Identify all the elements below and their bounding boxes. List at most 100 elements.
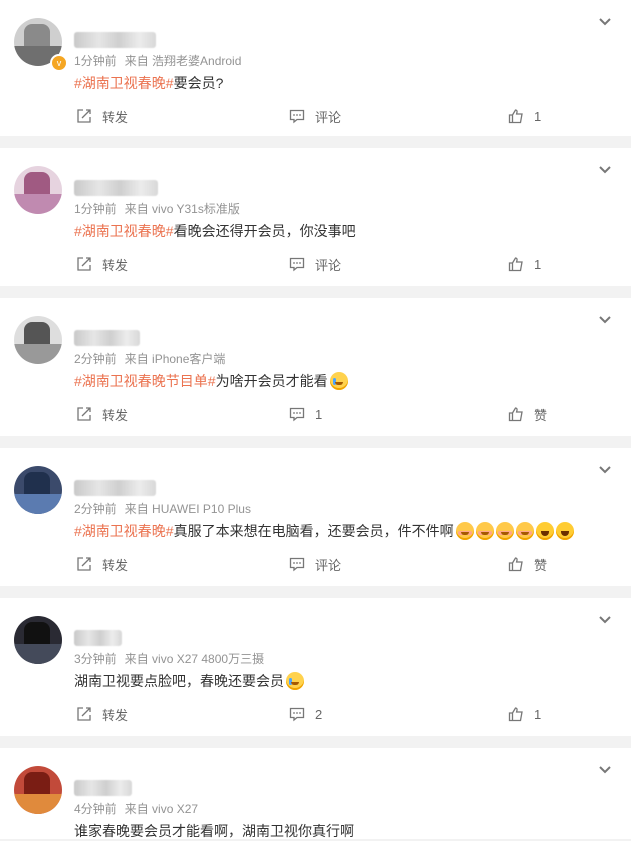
repost-button[interactable]: 转发 <box>76 554 128 574</box>
comment-label: 评论 <box>315 557 342 573</box>
thumbs-up-icon <box>508 257 523 272</box>
blushing-emoji-icon <box>515 522 534 540</box>
topic-link[interactable]: #湖南卫视春晚# <box>74 521 174 541</box>
thumbs-up-icon <box>508 109 523 124</box>
comment-source: 来自 浩翔老婆Android <box>124 54 242 68</box>
blushing-emoji-icon <box>455 522 474 540</box>
comment-content: 湖南卫视要点脸吧，春晚还要会员 <box>74 671 304 691</box>
like-label: 赞 <box>534 557 548 573</box>
repost-button[interactable]: 转发 <box>76 254 128 274</box>
username-blurred[interactable] <box>74 180 158 196</box>
repost-button[interactable]: 转发 <box>76 404 128 424</box>
chevron-down-icon[interactable] <box>597 162 613 178</box>
comment-label: 评论 <box>315 109 342 125</box>
comment-meta: 2分钟前 来自 iPhone客户端 <box>74 350 233 367</box>
comment-icon <box>289 707 305 722</box>
comment-label: 评论 <box>315 257 342 273</box>
comment-icon <box>289 407 305 422</box>
comment-meta: 1分钟前 来自 vivo Y31s标准版 <box>74 200 248 217</box>
avatar[interactable] <box>14 616 62 664</box>
thumbs-up-icon <box>508 557 523 572</box>
comment-source: 来自 vivo X27 4800万三摄 <box>124 652 265 666</box>
like-count: 1 <box>534 706 542 722</box>
comment-button[interactable]: 评论 <box>289 106 341 126</box>
chevron-down-icon[interactable] <box>597 462 613 478</box>
comment-button[interactable]: 评论 <box>289 554 341 574</box>
comment-meta: 1分钟前 来自 浩翔老婆Android <box>74 52 249 69</box>
comment-text: 谁家春晚要会员才能看啊，湖南卫视你真行啊 <box>74 823 354 839</box>
comment-text: 看晚会还得开会员，你没事吧 <box>173 223 356 239</box>
repost-icon <box>77 257 91 271</box>
comment-icon <box>289 557 305 572</box>
comment-content: #湖南卫视春晚节目单# 为啥开会员才能看 <box>74 371 348 391</box>
blushing-emoji-icon <box>475 522 494 540</box>
username-blurred[interactable] <box>74 630 122 646</box>
comment-meta: 2分钟前 来自 HUAWEI P10 Plus <box>74 500 259 517</box>
username-blurred[interactable] <box>74 330 140 346</box>
like-button[interactable]: 1 <box>508 254 541 274</box>
comment-count: 2 <box>315 706 323 722</box>
repost-label: 转发 <box>102 557 129 573</box>
thumbs-up-icon <box>508 407 523 422</box>
comment-meta: 4分钟前 来自 vivo X27 <box>74 800 206 817</box>
avatar[interactable] <box>14 316 62 364</box>
laughing-emoji-icon <box>535 522 554 540</box>
like-button[interactable]: 1 <box>508 704 541 724</box>
repost-label: 转发 <box>102 257 129 273</box>
comment-text: 湖南卫视要点脸吧，春晚还要会员 <box>74 673 284 689</box>
laughing-emoji-icon <box>555 522 574 540</box>
comment-icon <box>289 109 305 124</box>
comment-time: 2分钟前 <box>74 502 117 516</box>
comment-text: 为啥开会员才能看 <box>215 373 328 389</box>
comment-source: 来自 vivo Y31s标准版 <box>124 202 240 216</box>
chevron-down-icon[interactable] <box>597 762 613 778</box>
chevron-down-icon[interactable] <box>597 612 613 628</box>
comment-card: v 1分钟前 来自 浩翔老婆Android #湖南卫视春晚# 要会员? 转发 评论 … <box>0 0 631 136</box>
comment-source: 来自 vivo X27 <box>124 802 199 816</box>
chevron-down-icon[interactable] <box>597 312 613 328</box>
comment-time: 1分钟前 <box>74 54 117 68</box>
crying-emoji-icon <box>329 372 348 390</box>
like-count: 1 <box>534 256 542 272</box>
comment-time: 3分钟前 <box>74 652 117 666</box>
like-button[interactable]: 赞 <box>508 554 547 574</box>
comment-card: 1分钟前 来自 vivo Y31s标准版 #湖南卫视春晚# 看晚会还得开会员，你没事… <box>0 148 631 286</box>
comment-content: #湖南卫视春晚# 真服了本来想在电脑看，还要会员，件不件啊 <box>74 521 574 541</box>
repost-icon <box>77 557 91 571</box>
topic-link[interactable]: #湖南卫视春晚节目单# <box>74 371 216 391</box>
repost-button[interactable]: 转发 <box>76 106 128 126</box>
comment-card: 4分钟前 来自 vivo X27 谁家春晚要会员才能看啊，湖南卫视你真行啊 <box>0 748 631 839</box>
comment-time: 4分钟前 <box>74 802 117 816</box>
comment-count: 1 <box>315 406 323 422</box>
avatar[interactable] <box>14 766 62 814</box>
comment-content: 谁家春晚要会员才能看啊，湖南卫视你真行啊 <box>74 821 354 841</box>
repost-label: 转发 <box>102 109 129 125</box>
comment-card: 2分钟前 来自 iPhone客户端 #湖南卫视春晚节目单# 为啥开会员才能看 转发 … <box>0 298 631 436</box>
chevron-down-icon[interactable] <box>597 14 613 30</box>
repost-icon <box>77 407 91 421</box>
comment-content: #湖南卫视春晚# 看晚会还得开会员，你没事吧 <box>74 221 356 241</box>
like-button[interactable]: 赞 <box>508 404 547 424</box>
topic-link[interactable]: #湖南卫视春晚# <box>74 73 174 93</box>
comment-source: 来自 HUAWEI P10 Plus <box>124 502 251 516</box>
comment-card: 3分钟前 来自 vivo X27 4800万三摄 湖南卫视要点脸吧，春晚还要会员 … <box>0 598 631 736</box>
blushing-emoji-icon <box>495 522 514 540</box>
comment-time: 2分钟前 <box>74 352 117 366</box>
username-blurred[interactable] <box>74 780 132 796</box>
repost-icon <box>77 707 91 721</box>
repost-button[interactable]: 转发 <box>76 704 128 724</box>
comment-icon <box>289 257 305 272</box>
comment-button[interactable]: 1 <box>289 404 322 424</box>
comment-button[interactable]: 2 <box>289 704 322 724</box>
avatar[interactable] <box>14 166 62 214</box>
comment-content: #湖南卫视春晚# 要会员? <box>74 73 223 93</box>
like-button[interactable]: 1 <box>508 106 541 126</box>
comment-button[interactable]: 评论 <box>289 254 341 274</box>
comment-text: 真服了本来想在电脑看，还要会员，件不件啊 <box>173 523 454 539</box>
username-blurred[interactable] <box>74 480 156 496</box>
username-blurred[interactable] <box>74 32 156 48</box>
topic-link[interactable]: #湖南卫视春晚# <box>74 221 174 241</box>
like-label: 赞 <box>534 407 548 423</box>
comment-meta: 3分钟前 来自 vivo X27 4800万三摄 <box>74 650 272 667</box>
avatar[interactable] <box>14 466 62 514</box>
